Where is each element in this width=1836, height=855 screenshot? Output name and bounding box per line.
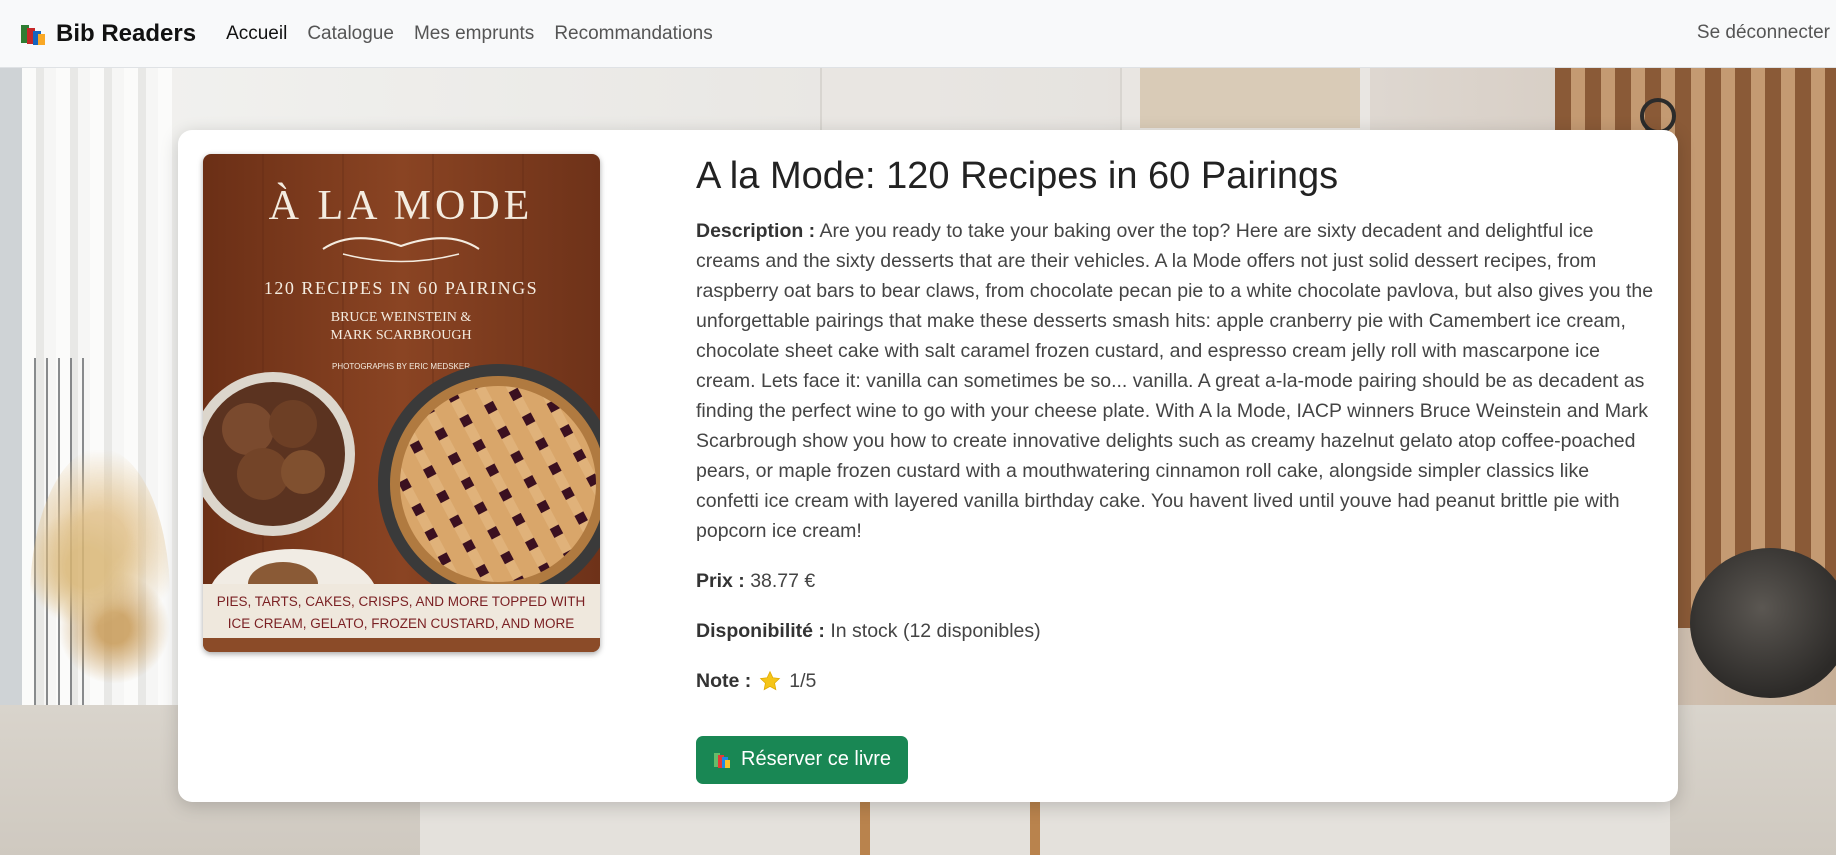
brand-name: Bib Readers bbox=[56, 19, 197, 47]
cover-title: À LA MODE bbox=[269, 182, 534, 229]
description-text: Are you ready to take your baking over t… bbox=[696, 219, 1654, 542]
reserve-button-label: Réserver ce livre bbox=[741, 748, 892, 771]
cover-tagline-line2: ICE CREAM, GELATO, FROZEN CUSTARD, AND M… bbox=[228, 616, 575, 631]
rating-label: Note : bbox=[696, 669, 752, 692]
cover-authors-line2: MARK SCARBROUGH bbox=[330, 328, 471, 343]
availability-value: In stock (12 disponibles) bbox=[830, 619, 1041, 642]
books-icon bbox=[714, 752, 730, 768]
availability-label: Disponibilité : bbox=[696, 619, 825, 642]
book-title: A la Mode: 120 Recipes in 60 Pairings bbox=[696, 155, 1339, 197]
cover-subtitle: 120 RECIPES IN 60 PAIRINGS bbox=[264, 278, 538, 298]
book-availability: Disponibilité : In stock (12 disponibles… bbox=[696, 616, 1656, 646]
reserve-book-button[interactable]: Réserver ce livre bbox=[696, 735, 909, 784]
cover-photographer: PHOTOGRAPHS BY ERIC MEDSKER bbox=[332, 362, 470, 371]
cover-tagline-line1: PIES, TARTS, CAKES, CRISPS, AND MORE TOP… bbox=[217, 594, 586, 609]
pouf bbox=[1690, 548, 1836, 698]
nav-link-mes-emprunts[interactable]: Mes emprunts bbox=[414, 23, 534, 45]
book-cover-art: À LA MODE 120 RECIPES IN 60 PAIRINGS BRU… bbox=[203, 154, 600, 652]
book-cover: À LA MODE 120 RECIPES IN 60 PAIRINGS BRU… bbox=[203, 154, 600, 652]
wall-art bbox=[1140, 68, 1360, 128]
book-info: A la Mode: 120 Recipes in 60 Pairings De… bbox=[696, 154, 1656, 784]
navbar: Bib Readers Accueil Catalogue Mes emprun… bbox=[0, 0, 1836, 68]
book-price: Prix : 38.77 € bbox=[696, 566, 1656, 596]
dried-plant bbox=[30, 448, 170, 748]
cover-authors-line1: BRUCE WEINSTEIN & bbox=[331, 310, 472, 325]
logout-link[interactable]: Se déconnecter bbox=[1697, 22, 1830, 44]
nav-links: Accueil Catalogue Mes emprunts Recommand… bbox=[226, 23, 733, 45]
nav-link-accueil[interactable]: Accueil bbox=[226, 23, 287, 45]
nav-link-recommandations[interactable]: Recommandations bbox=[554, 23, 712, 45]
brand-link[interactable]: Bib Readers bbox=[20, 20, 196, 48]
price-value: 38.77 € bbox=[750, 569, 816, 592]
books-icon bbox=[21, 24, 45, 45]
price-label: Prix : bbox=[696, 569, 745, 592]
book-detail-card: À LA MODE 120 RECIPES IN 60 PAIRINGS BRU… bbox=[178, 130, 1678, 802]
book-description: Description : Are you ready to take your… bbox=[696, 216, 1656, 546]
rating-value: 1/5 bbox=[789, 669, 817, 692]
star-icon bbox=[759, 670, 781, 690]
description-label: Description : bbox=[696, 219, 816, 242]
wall-lamp bbox=[1640, 98, 1676, 134]
book-rating: Note : 1/5 bbox=[696, 666, 1656, 696]
nav-link-catalogue[interactable]: Catalogue bbox=[307, 23, 394, 45]
